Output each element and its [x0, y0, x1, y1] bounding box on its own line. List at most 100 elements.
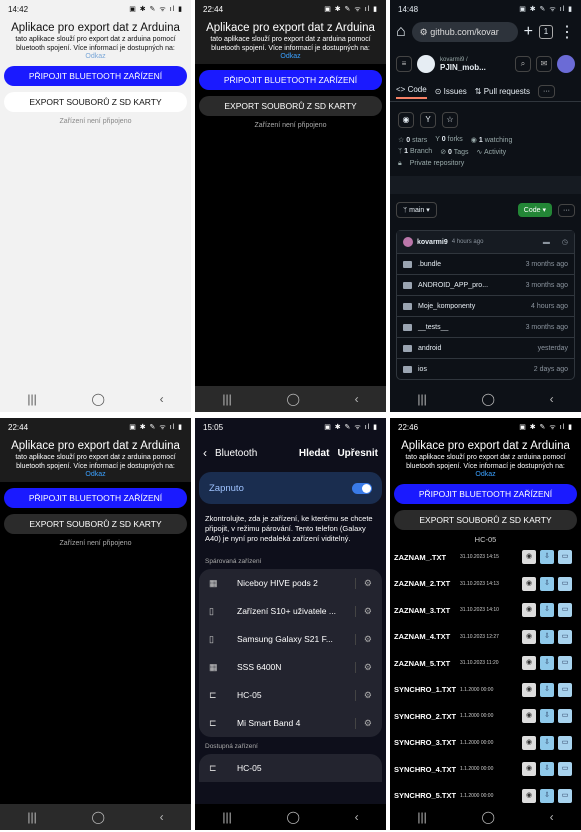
- branch-count[interactable]: ᛘ 1 Branch: [398, 148, 432, 156]
- more-options-icon[interactable]: ···: [558, 203, 575, 217]
- back-icon[interactable]: ‹: [160, 392, 164, 406]
- view-icon[interactable]: ◉: [522, 709, 536, 724]
- connect-bluetooth-button[interactable]: PŘIPOJIT BLUETOOTH ZAŘÍZENÍ: [199, 70, 382, 90]
- view-icon[interactable]: ◉: [522, 550, 536, 565]
- download-icon[interactable]: ⇩: [540, 762, 554, 777]
- bluetooth-switch[interactable]: [352, 482, 372, 494]
- recents-icon[interactable]: |||: [417, 810, 426, 824]
- site-settings-icon[interactable]: ⚙: [420, 27, 431, 37]
- save-icon[interactable]: ▭: [558, 603, 572, 618]
- stars-count[interactable]: ☆ 0 stars: [398, 136, 427, 144]
- home-icon[interactable]: ◯: [481, 810, 494, 824]
- back-icon[interactable]: ‹: [355, 810, 359, 824]
- tab-code[interactable]: <> Code: [396, 85, 427, 99]
- device-item[interactable]: ▯ Zařízení S10+ uživatele ... ⚙: [199, 597, 382, 625]
- save-icon[interactable]: ▭: [558, 656, 572, 671]
- tab-pull-requests[interactable]: ⇅ Pull requests: [475, 87, 530, 96]
- home-icon[interactable]: ◯: [91, 392, 104, 406]
- download-icon[interactable]: ⇩: [540, 656, 554, 671]
- device-item[interactable]: ⊏ HC-05: [199, 754, 382, 782]
- save-icon[interactable]: ▭: [558, 709, 572, 724]
- download-icon[interactable]: ⇩: [540, 550, 554, 565]
- file-row[interactable]: android yesterday: [397, 337, 574, 358]
- export-sd-button[interactable]: EXPORT SOUBORŮ Z SD KARTY: [4, 92, 187, 112]
- connect-bluetooth-button[interactable]: PŘIPOJIT BLUETOOTH ZAŘÍZENÍ: [4, 66, 187, 86]
- home-icon[interactable]: ◯: [286, 392, 299, 406]
- view-icon[interactable]: ◉: [522, 788, 536, 803]
- home-icon[interactable]: ⌂: [396, 23, 406, 41]
- download-icon[interactable]: ⇩: [540, 709, 554, 724]
- inbox-icon[interactable]: ✉: [536, 56, 552, 72]
- file-row[interactable]: ios 2 days ago: [397, 358, 574, 379]
- gear-icon[interactable]: ⚙: [354, 577, 372, 589]
- download-icon[interactable]: ⇩: [540, 682, 554, 697]
- fork-icon[interactable]: Y: [420, 112, 436, 128]
- gear-icon[interactable]: ⚙: [354, 633, 372, 645]
- back-icon[interactable]: ‹: [550, 810, 554, 824]
- connect-bluetooth-button[interactable]: PŘIPOJIT BLUETOOTH ZAŘÍZENÍ: [4, 488, 187, 508]
- activity-link[interactable]: ∿ Activity: [477, 148, 507, 156]
- save-icon[interactable]: ▭: [558, 576, 572, 591]
- file-row[interactable]: ANDROID_APP_pro... 3 months ago: [397, 274, 574, 295]
- back-icon[interactable]: ‹: [160, 810, 164, 824]
- more-tabs-icon[interactable]: ···: [537, 85, 555, 98]
- back-icon[interactable]: ‹: [550, 392, 554, 406]
- recents-icon[interactable]: |||: [222, 392, 231, 406]
- download-icon[interactable]: ⇩: [540, 788, 554, 803]
- info-link[interactable]: Odkaz: [199, 53, 382, 60]
- device-item[interactable]: ▦ Niceboy HIVE pods 2 ⚙: [199, 569, 382, 597]
- back-icon[interactable]: ‹: [355, 392, 359, 406]
- gear-icon[interactable]: ⚙: [354, 717, 372, 729]
- view-icon[interactable]: ◉: [522, 603, 536, 618]
- star-icon[interactable]: ☆: [442, 112, 458, 128]
- file-row[interactable]: __tests__ 3 months ago: [397, 316, 574, 337]
- user-avatar[interactable]: [557, 55, 575, 73]
- code-button[interactable]: Code ▾: [517, 203, 552, 217]
- file-row[interactable]: Moje_komponenty 4 hours ago: [397, 295, 574, 316]
- browser-menu-icon[interactable]: ⋮: [559, 22, 575, 42]
- device-item[interactable]: ▦ SSS 6400N ⚙: [199, 653, 382, 681]
- download-icon[interactable]: ⇩: [540, 629, 554, 644]
- export-sd-button[interactable]: EXPORT SOUBORŮ Z SD KARTY: [4, 514, 187, 534]
- device-item[interactable]: ⊏ Mi Smart Band 4 ⚙: [199, 709, 382, 737]
- back-arrow-icon[interactable]: ‹: [203, 446, 207, 460]
- info-link[interactable]: Odkaz: [394, 471, 577, 478]
- save-icon[interactable]: ▭: [558, 682, 572, 697]
- gear-icon[interactable]: ⚙: [354, 661, 372, 673]
- branch-selector[interactable]: ᛘ main ▾: [396, 202, 437, 218]
- info-link[interactable]: Odkaz: [4, 471, 187, 478]
- view-icon[interactable]: ◉: [522, 629, 536, 644]
- save-icon[interactable]: ▭: [558, 629, 572, 644]
- download-icon[interactable]: ⇩: [540, 576, 554, 591]
- recents-icon[interactable]: |||: [222, 810, 231, 824]
- device-item[interactable]: ▯ Samsung Galaxy S21 F... ⚙: [199, 625, 382, 653]
- gear-icon[interactable]: ⚙: [354, 689, 372, 701]
- watching-count[interactable]: ◉ 1 watching: [471, 136, 513, 144]
- file-row[interactable]: .bundle 3 months ago: [397, 253, 574, 274]
- latest-commit[interactable]: kovarmi9 4 hours ago ▬ ◷: [397, 231, 574, 253]
- download-icon[interactable]: ⇩: [540, 735, 554, 750]
- url-field[interactable]: ⚙ github.com/kovar: [411, 22, 518, 42]
- connect-bluetooth-button[interactable]: PŘIPOJIT BLUETOOTH ZAŘÍZENÍ: [394, 484, 577, 504]
- repo-title[interactable]: kovarmi9 / PJIN_mob...: [440, 57, 486, 72]
- watch-icon[interactable]: ◉: [398, 112, 414, 128]
- refine-button[interactable]: Upřesnit: [337, 448, 378, 459]
- export-sd-button[interactable]: EXPORT SOUBORŮ Z SD KARTY: [394, 510, 577, 530]
- recents-icon[interactable]: |||: [27, 392, 36, 406]
- save-icon[interactable]: ▭: [558, 735, 572, 750]
- search-button[interactable]: Hledat: [299, 448, 330, 459]
- hamburger-icon[interactable]: ≡: [396, 56, 412, 72]
- recents-icon[interactable]: |||: [417, 392, 426, 406]
- history-icon[interactable]: ◷: [562, 238, 568, 246]
- view-icon[interactable]: ◉: [522, 762, 536, 777]
- view-icon[interactable]: ◉: [522, 682, 536, 697]
- forks-count[interactable]: Y 0 forks: [435, 136, 463, 144]
- home-icon[interactable]: ◯: [91, 810, 104, 824]
- save-icon[interactable]: ▭: [558, 550, 572, 565]
- search-icon[interactable]: ⌕: [515, 56, 531, 72]
- save-icon[interactable]: ▭: [558, 762, 572, 777]
- tags-count[interactable]: ⊘ 0 Tags: [440, 148, 468, 156]
- export-sd-button[interactable]: EXPORT SOUBORŮ Z SD KARTY: [199, 96, 382, 116]
- device-item[interactable]: ⊏ HC-05 ⚙: [199, 681, 382, 709]
- commit-message-icon[interactable]: ▬: [543, 239, 550, 246]
